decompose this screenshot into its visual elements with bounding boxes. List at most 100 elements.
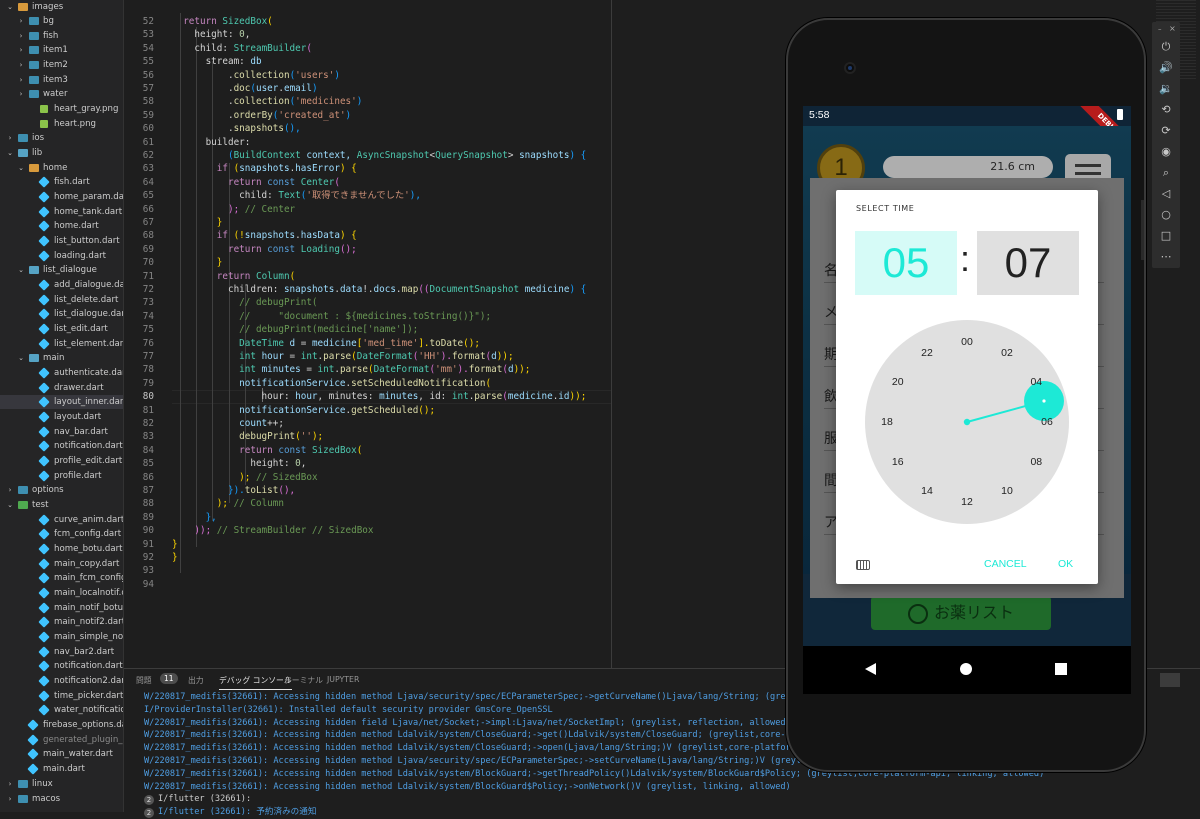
- explorer-file[interactable]: layout_inner.dart: [0, 395, 123, 409]
- code-line[interactable]: .orderBy('created_at'): [172, 109, 351, 122]
- code-line[interactable]: // "document : ${medicines.toString()}")…: [172, 310, 491, 323]
- code-line[interactable]: if (!snapshots.hasData) {: [172, 229, 357, 242]
- explorer-file[interactable]: main_notif2.dart: [0, 615, 123, 629]
- explorer-file[interactable]: water_notification_...: [0, 703, 123, 717]
- explorer-folder[interactable]: ⌄ home: [0, 161, 123, 175]
- volume-up-icon[interactable]: 🔊: [1152, 61, 1180, 74]
- explorer-file[interactable]: home_param.dart: [0, 190, 123, 204]
- hour-label[interactable]: 20: [887, 375, 909, 389]
- code-line[interactable]: return const Center(: [172, 176, 340, 189]
- hour-label[interactable]: 12: [956, 495, 978, 509]
- code-line[interactable]: ); // Center: [172, 203, 295, 216]
- code-line[interactable]: .collection('medicines'): [172, 95, 362, 108]
- explorer-file[interactable]: fish.dart: [0, 175, 123, 189]
- explorer-folder[interactable]: › linux: [0, 777, 123, 791]
- explorer-file[interactable]: notification.dart: [0, 659, 123, 673]
- code-line[interactable]: }: [172, 256, 223, 269]
- code-line[interactable]: },: [172, 511, 217, 524]
- explorer-file[interactable]: generated_plugin_re...: [0, 733, 123, 747]
- explorer-folder[interactable]: ⌄ main: [0, 351, 123, 365]
- camera-icon[interactable]: ◉: [1152, 145, 1180, 158]
- zoom-icon[interactable]: ⌕: [1152, 166, 1180, 180]
- explorer-file[interactable]: list_dialogue.dart: [0, 307, 123, 321]
- explorer-file[interactable]: fcm_config.dart: [0, 527, 123, 541]
- hour-label[interactable]: 14: [916, 484, 938, 498]
- code-line[interactable]: // debugPrint(: [172, 296, 317, 309]
- back-icon[interactable]: [865, 663, 876, 675]
- code-line[interactable]: int hour = int.parse(DateFormat('HH').fo…: [172, 350, 513, 363]
- explorer-file[interactable]: time_picker.dart: [0, 689, 123, 703]
- minimize-icon[interactable]: –: [1158, 25, 1162, 33]
- explorer-file[interactable]: nav_bar.dart: [0, 425, 123, 439]
- explorer-file[interactable]: nav_bar2.dart: [0, 645, 123, 659]
- explorer-file[interactable]: list_edit.dart: [0, 322, 123, 336]
- explorer-file[interactable]: list_element.dart: [0, 337, 123, 351]
- code-line[interactable]: height: 0,: [172, 457, 306, 470]
- explorer-file[interactable]: notification.dart: [0, 439, 123, 453]
- cancel-button[interactable]: CANCEL: [984, 558, 1027, 570]
- explorer-file[interactable]: profile.dart: [0, 469, 123, 483]
- code-line[interactable]: DateTime d = medicine['med_time'].toDate…: [172, 337, 480, 350]
- code-line[interactable]: ); // SizedBox: [172, 471, 317, 484]
- explorer-file[interactable]: loading.dart: [0, 249, 123, 263]
- code-line[interactable]: }).toList(),: [172, 484, 295, 497]
- code-line[interactable]: return SizedBox(: [172, 15, 273, 28]
- explorer-file[interactable]: profile_edit.dart: [0, 454, 123, 468]
- ok-button[interactable]: OK: [1058, 558, 1073, 570]
- hour-label[interactable]: 02: [996, 346, 1018, 360]
- overview-icon[interactable]: □: [1152, 229, 1180, 242]
- hour-label[interactable]: 10: [996, 484, 1018, 498]
- explorer-file[interactable]: home.dart: [0, 219, 123, 233]
- explorer-file[interactable]: add_dialogue.dart: [0, 278, 123, 292]
- explorer-folder[interactable]: › fish: [0, 29, 123, 43]
- code-line[interactable]: )); // StreamBuilder // SizedBox: [172, 524, 373, 537]
- explorer-file[interactable]: layout.dart: [0, 410, 123, 424]
- code-line[interactable]: debugPrint('');: [172, 430, 323, 443]
- code-line[interactable]: // debugPrint(medicine['name']);: [172, 323, 418, 336]
- explorer-folder[interactable]: ⌄ images: [0, 0, 123, 14]
- explorer-folder[interactable]: ⌄ lib: [0, 146, 123, 160]
- more-icon[interactable]: ⋯: [1152, 250, 1180, 263]
- code-line[interactable]: (BuildContext context, AsyncSnapshot<Que…: [172, 149, 586, 162]
- rotate-left-icon[interactable]: ⟲: [1152, 103, 1180, 116]
- code-line[interactable]: return const Loading();: [172, 243, 357, 256]
- explorer-folder[interactable]: › ios: [0, 131, 123, 145]
- overview-icon[interactable]: [1055, 663, 1067, 675]
- explorer-file[interactable]: main_simple_notif....: [0, 630, 123, 644]
- explorer-file[interactable]: main_notif_botu.dart: [0, 601, 123, 615]
- code-line[interactable]: notificationService.getScheduled();: [172, 404, 435, 417]
- code-line[interactable]: }: [172, 551, 178, 564]
- minute-field[interactable]: 07: [977, 231, 1079, 295]
- keyboard-icon[interactable]: [856, 560, 870, 570]
- code-line[interactable]: builder:: [172, 136, 251, 149]
- explorer-folder[interactable]: › item2: [0, 58, 123, 72]
- code-line[interactable]: int minutes = int.parse(DateFormat('mm')…: [172, 363, 530, 376]
- code-line[interactable]: hour: hour, minutes: minutes, id: int.pa…: [172, 390, 587, 403]
- code-editor[interactable]: 52 return SizedBox(53 height: 0, 54 child…: [124, 0, 612, 668]
- volume-down-icon[interactable]: 🔉: [1152, 82, 1180, 95]
- explorer-folder[interactable]: › item3: [0, 73, 123, 87]
- explorer-folder[interactable]: › item1: [0, 43, 123, 57]
- code-line[interactable]: children: snapshots.data!.docs.map((Docu…: [172, 283, 586, 296]
- panel-tab[interactable]: デバッグ コンソール: [219, 675, 292, 690]
- hour-label[interactable]: 08: [1025, 455, 1047, 469]
- hour-label[interactable]: 04: [1025, 375, 1047, 389]
- code-line[interactable]: if (snapshots.hasError) {: [172, 162, 357, 175]
- explorer-folder[interactable]: › water: [0, 87, 123, 101]
- clock-dial[interactable]: 00 02 04 06 08 10 12 14 16 18 20 22: [865, 320, 1069, 524]
- panel-tab[interactable]: ターミナル: [284, 675, 323, 686]
- code-line[interactable]: child: Text('取得できませんでした'),: [172, 189, 421, 202]
- explorer-file[interactable]: home_botu.dart: [0, 542, 123, 556]
- explorer-file[interactable]: drawer.dart: [0, 381, 123, 395]
- code-line[interactable]: .snapshots(),: [172, 122, 301, 135]
- explorer-file[interactable]: heart_gray.png: [0, 102, 123, 116]
- explorer-file[interactable]: list_delete.dart: [0, 293, 123, 307]
- power-icon[interactable]: ⏻: [1152, 40, 1180, 54]
- explorer-file[interactable]: notification2.dart: [0, 674, 123, 688]
- explorer-file[interactable]: curve_anim.dart: [0, 513, 123, 527]
- explorer-file[interactable]: main_water.dart: [0, 747, 123, 761]
- explorer-file[interactable]: firebase_options.dart: [0, 718, 123, 732]
- code-line[interactable]: height: 0,: [172, 28, 250, 41]
- hour-label[interactable]: 18: [876, 415, 898, 429]
- hour-label[interactable]: 00: [956, 335, 978, 349]
